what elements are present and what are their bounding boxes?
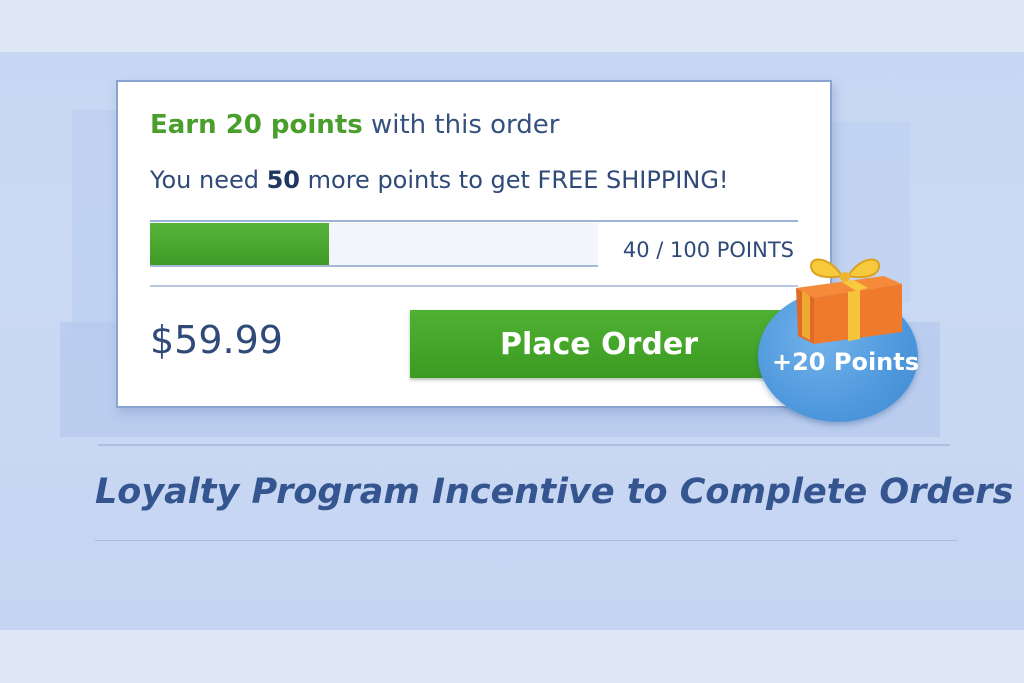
progress-rule	[150, 220, 798, 222]
gift-icon	[796, 258, 902, 344]
divider-line	[98, 444, 950, 446]
points-progress-bar	[150, 223, 598, 267]
order-total-price: $59.99	[150, 318, 283, 362]
illustration-scene: Earn 20 points with this order You need …	[0, 52, 1024, 630]
need-suffix: more points to get FREE SHIPPING!	[300, 166, 729, 194]
points-progress-fill	[150, 223, 330, 265]
earn-points-highlight: Earn 20 points	[150, 110, 363, 140]
earn-points-text: Earn 20 points with this order	[150, 110, 559, 140]
card-divider	[150, 285, 798, 287]
points-progress-label: 40 / 100 POINTS	[622, 238, 794, 262]
need-prefix: You need	[150, 166, 267, 194]
loyalty-card: Earn 20 points with this order You need …	[116, 80, 832, 408]
place-order-button[interactable]: Place Order	[410, 310, 790, 378]
free-shipping-message: You need 50 more points to get FREE SHIP…	[150, 166, 729, 194]
earn-points-suffix: with this order	[362, 110, 560, 140]
divider-line	[95, 540, 957, 541]
caption-title: Loyalty Program Incentive to Complete Or…	[95, 472, 1014, 512]
need-amount: 50	[266, 166, 301, 194]
